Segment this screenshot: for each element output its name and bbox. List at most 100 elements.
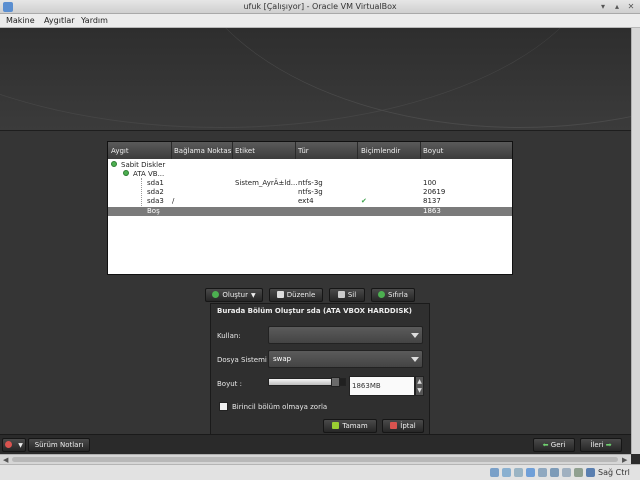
menu-bar: Makine Aygıtlar Yardım bbox=[0, 14, 640, 28]
cell-size: 20619 bbox=[423, 188, 446, 196]
table-row-selected[interactable]: Boş 1863 bbox=[108, 207, 512, 216]
partition-table[interactable]: Aygıt Bağlama Noktası Etiket Tür Biçimle… bbox=[107, 141, 513, 275]
table-row[interactable]: sda1 Sistem_AyrÄ±ld... ntfs-3g 100 bbox=[108, 179, 512, 188]
back-button[interactable]: ⬅ Geri bbox=[533, 438, 575, 452]
chevron-down-icon: ▼ bbox=[18, 442, 23, 449]
cell-type: ntfs-3g bbox=[298, 179, 323, 187]
scroll-right-icon[interactable]: ▶ bbox=[622, 456, 627, 464]
create-label: Oluştur bbox=[222, 291, 248, 299]
usb-icon[interactable] bbox=[514, 468, 523, 477]
delete-label: Sil bbox=[347, 291, 357, 299]
check-icon bbox=[332, 422, 340, 429]
menu-yardim[interactable]: Yardım bbox=[81, 16, 108, 25]
cell-type: ntfs-3g bbox=[298, 188, 323, 196]
video-capture-icon[interactable] bbox=[562, 468, 571, 477]
arrow-right-icon: ➡ bbox=[603, 441, 612, 449]
host-key-label: Sağ Ctrl bbox=[598, 468, 630, 477]
size-slider-handle[interactable] bbox=[331, 377, 341, 387]
edit-button[interactable]: Düzenle bbox=[269, 288, 323, 302]
cell-device: Boş bbox=[147, 207, 160, 215]
pardus-logo-icon bbox=[5, 441, 13, 448]
eraser-icon bbox=[337, 291, 345, 298]
use-label: Kullan: bbox=[217, 332, 241, 340]
ok-label: Tamam bbox=[342, 422, 368, 430]
vertical-scrollbar[interactable] bbox=[631, 28, 640, 454]
cell-size: 100 bbox=[423, 179, 437, 187]
next-button[interactable]: İleri ➡ bbox=[580, 438, 622, 452]
hard-disk-icon[interactable] bbox=[490, 468, 499, 477]
minimize-icon[interactable]: ▾ bbox=[598, 2, 608, 12]
group-label: Sabit Diskler bbox=[121, 161, 166, 169]
release-notes-button[interactable]: Sürüm Notları bbox=[28, 438, 90, 452]
chevron-down-icon bbox=[411, 357, 419, 362]
spin-up-icon[interactable]: ▲ bbox=[416, 377, 423, 386]
cell-device: sda3 bbox=[147, 197, 164, 205]
cancel-button[interactable]: İptal bbox=[382, 419, 424, 433]
filesystem-combo[interactable]: swap bbox=[268, 350, 423, 368]
ok-button[interactable]: Tamam bbox=[323, 419, 377, 433]
size-slider[interactable] bbox=[268, 377, 346, 387]
use-combo[interactable] bbox=[268, 326, 423, 344]
col-aygit[interactable]: Aygıt bbox=[111, 147, 129, 155]
next-label: İleri bbox=[590, 441, 604, 449]
display-icon[interactable] bbox=[550, 468, 559, 477]
menu-aygitlar[interactable]: Aygıtlar bbox=[44, 16, 75, 25]
installer-footer: ▼ Sürüm Notları ⬅ Geri İleri ➡ bbox=[0, 434, 631, 454]
shared-folders-icon[interactable] bbox=[538, 468, 547, 477]
format-check-icon: ✔ bbox=[361, 197, 367, 205]
cell-device: sda1 bbox=[147, 179, 164, 187]
size-value: 1863MB bbox=[352, 382, 381, 390]
menu-makine[interactable]: Makine bbox=[6, 16, 35, 25]
primary-partition-checkbox[interactable] bbox=[219, 402, 228, 411]
tree-disk-row[interactable]: ATA VB... bbox=[108, 170, 512, 179]
chevron-down-icon: ▼ bbox=[250, 292, 256, 299]
table-header: Aygıt Bağlama Noktası Etiket Tür Biçimle… bbox=[108, 142, 512, 159]
create-partition-dialog: Burada Bölüm Oluştur sda (ATA VBOX HARDD… bbox=[210, 303, 430, 436]
size-slider-fill bbox=[269, 379, 338, 385]
col-tur[interactable]: Tür bbox=[298, 147, 309, 155]
spin-down-icon[interactable]: ▼ bbox=[416, 386, 423, 395]
maximize-icon[interactable]: ▴ bbox=[612, 2, 622, 12]
network-icon[interactable] bbox=[526, 468, 535, 477]
cpu-icon[interactable] bbox=[574, 468, 583, 477]
reset-label: Sıfırla bbox=[388, 291, 408, 299]
col-boyut[interactable]: Boyut bbox=[423, 147, 443, 155]
cancel-label: İptal bbox=[400, 422, 416, 430]
close-icon[interactable]: ✕ bbox=[626, 2, 636, 12]
table-row[interactable]: sda3 / ext4 ✔ 8137 bbox=[108, 197, 512, 206]
primary-partition-label: Birincil bölüm olmaya zorla bbox=[232, 403, 328, 411]
create-button[interactable]: Oluştur ▼ bbox=[205, 288, 263, 302]
release-notes-label: Sürüm Notları bbox=[34, 441, 84, 449]
refresh-icon bbox=[378, 291, 386, 298]
fs-value: swap bbox=[273, 355, 292, 363]
window-title: ufuk [Çalışıyor] - Oracle VM VirtualBox bbox=[243, 2, 397, 11]
plus-icon bbox=[212, 291, 220, 298]
size-spin-buttons[interactable]: ▲ ▼ bbox=[415, 376, 424, 396]
window-titlebar: ufuk [Çalışıyor] - Oracle VM VirtualBox … bbox=[0, 0, 640, 14]
status-bar: Sağ Ctrl bbox=[0, 464, 640, 480]
size-label: Boyut : bbox=[217, 380, 242, 388]
cancel-icon bbox=[390, 422, 398, 429]
scroll-left-icon[interactable]: ◀ bbox=[3, 456, 8, 464]
col-bicimlendir[interactable]: Biçimlendir bbox=[361, 147, 400, 155]
cell-label: Sistem_AyrÄ±ld... bbox=[235, 179, 298, 187]
optical-drive-icon[interactable] bbox=[502, 468, 511, 477]
edit-label: Düzenle bbox=[286, 291, 316, 299]
cell-type: ext4 bbox=[298, 197, 314, 205]
col-etiket[interactable]: Etiket bbox=[235, 147, 255, 155]
delete-button[interactable]: Sil bbox=[329, 288, 365, 302]
col-baglama-noktasi[interactable]: Bağlama Noktası bbox=[174, 147, 233, 155]
back-label: Geri bbox=[550, 441, 566, 449]
installer-menu-button[interactable]: ▼ bbox=[2, 438, 26, 452]
disk-label: ATA VB... bbox=[133, 170, 165, 178]
cell-device: sda2 bbox=[147, 188, 164, 196]
scrollbar-thumb[interactable] bbox=[12, 457, 618, 462]
reset-button[interactable]: Sıfırla bbox=[371, 288, 415, 302]
dialog-title: Burada Bölüm Oluştur sda (ATA VBOX HARDD… bbox=[217, 307, 412, 315]
chevron-down-icon bbox=[411, 333, 419, 338]
size-spinbox[interactable]: 1863MB bbox=[349, 376, 415, 396]
horizontal-scrollbar[interactable]: ◀ ▶ bbox=[0, 454, 631, 464]
table-row[interactable]: sda2 ntfs-3g 20619 bbox=[108, 188, 512, 197]
tree-group-row[interactable]: Sabit Diskler bbox=[108, 161, 512, 170]
mouse-integration-icon[interactable] bbox=[586, 468, 595, 477]
